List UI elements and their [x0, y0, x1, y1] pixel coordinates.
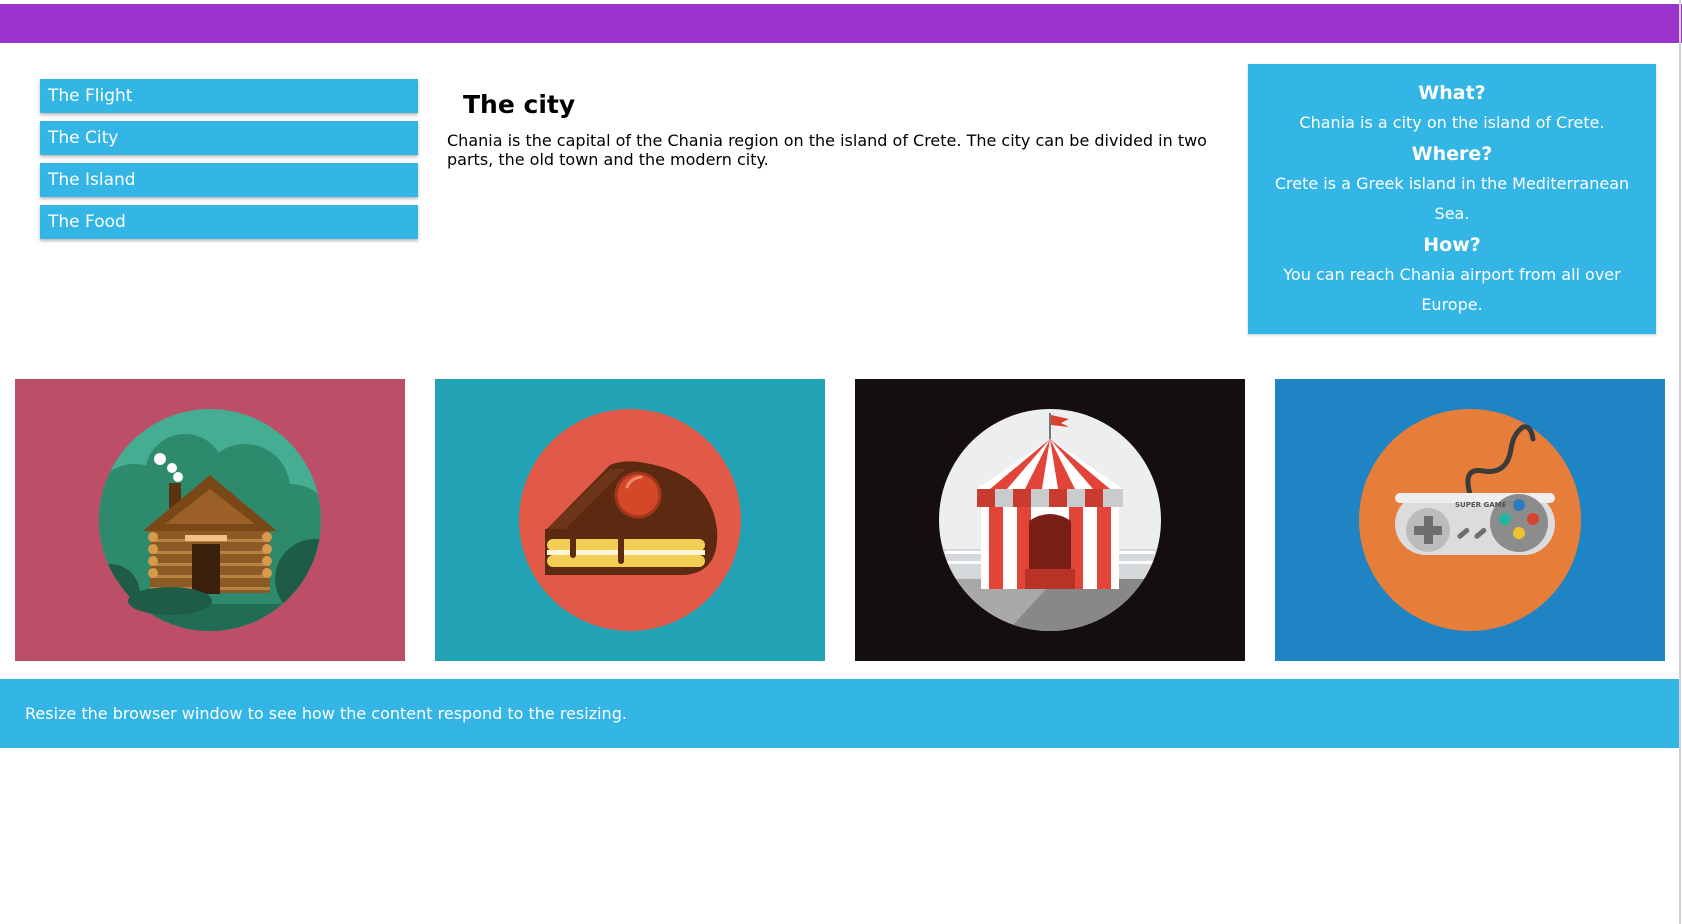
footer-text: Resize the browser window to see how the…	[25, 704, 627, 723]
main-content: The city Chania is the capital of the Ch…	[447, 90, 1207, 169]
menu-item-the-island[interactable]: The Island	[40, 163, 418, 197]
footer: Resize the browser window to see how the…	[0, 679, 1679, 748]
info-box: What? Chania is a city on the island of …	[1248, 64, 1656, 334]
header-bar	[0, 4, 1682, 43]
svg-text:SUPER GAME: SUPER GAME	[1455, 501, 1507, 509]
how-text: You can reach Chania airport from all ov…	[1283, 265, 1621, 314]
image-card-cake	[435, 379, 825, 661]
game-controller-icon: SUPER GAME	[1275, 379, 1665, 661]
image-card-controller: SUPER GAME	[1275, 379, 1665, 661]
where-text: Crete is a Greek island in the Mediterra…	[1274, 174, 1630, 223]
image-card-circus	[855, 379, 1245, 661]
window-edge	[1679, 0, 1681, 924]
page-title: The city	[463, 90, 576, 119]
circus-tent-icon	[855, 379, 1245, 661]
menu-item-the-flight[interactable]: The Flight	[40, 79, 418, 113]
where-heading: Where?	[1411, 143, 1493, 165]
menu-item-the-food[interactable]: The Food	[40, 205, 418, 239]
log-cabin-icon	[15, 379, 405, 661]
what-text: Chania is a city on the island of Crete.	[1299, 113, 1605, 132]
cake-slice-icon	[435, 379, 825, 661]
side-menu: The Flight The City The Island The Food	[40, 79, 418, 247]
image-card-cabin	[15, 379, 405, 661]
what-heading: What?	[1418, 82, 1486, 104]
page-description: Chania is the capital of the Chania regi…	[447, 131, 1207, 169]
how-heading: How?	[1423, 234, 1481, 256]
menu-item-the-city[interactable]: The City	[40, 121, 418, 155]
